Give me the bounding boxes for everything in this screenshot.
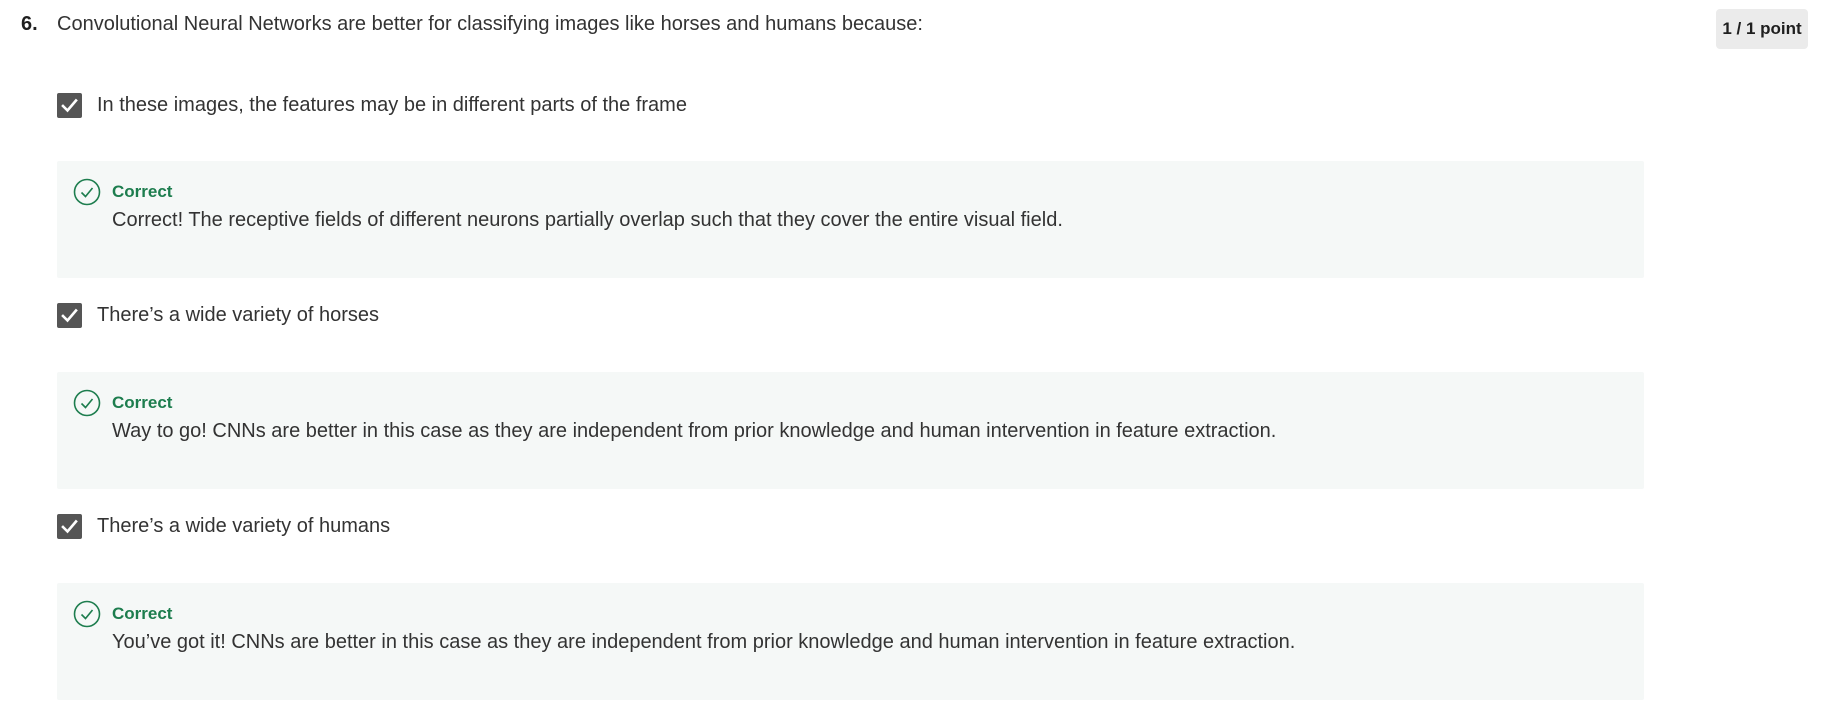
option-label: There’s a wide variety of humans bbox=[97, 515, 391, 537]
feedback-panel: Correct Way to go! CNNs are better in th… bbox=[57, 372, 1644, 489]
check-circle-icon bbox=[73, 178, 101, 206]
checkmark-icon bbox=[61, 308, 78, 323]
score-badge: 1 / 1 point bbox=[1716, 9, 1808, 49]
feedback-message: Correct! The receptive fields of differe… bbox=[112, 209, 1063, 231]
check-circle-icon bbox=[73, 600, 101, 628]
feedback-message: Way to go! CNNs are better in this case … bbox=[112, 420, 1277, 442]
question-text: Convolutional Neural Networks are better… bbox=[57, 13, 923, 35]
feedback-panel: Correct Correct! The receptive fields of… bbox=[57, 161, 1644, 278]
option-checkbox-checked[interactable] bbox=[57, 303, 82, 328]
quiz-question: 6. Convolutional Neural Networks are bet… bbox=[0, 0, 1833, 712]
feedback-panel: Correct You’ve got it! CNNs are better i… bbox=[57, 583, 1644, 700]
question-number: 6. bbox=[21, 13, 38, 35]
checkmark-icon bbox=[61, 98, 78, 113]
option-label: There’s a wide variety of horses bbox=[97, 304, 379, 326]
option-label: In these images, the features may be in … bbox=[97, 94, 687, 116]
option-checkbox-checked[interactable] bbox=[57, 93, 82, 118]
check-circle-icon bbox=[73, 389, 101, 417]
feedback-status: Correct bbox=[112, 604, 173, 623]
feedback-message: You’ve got it! CNNs are better in this c… bbox=[112, 631, 1296, 653]
option-checkbox-checked[interactable] bbox=[57, 514, 82, 539]
checkmark-icon bbox=[61, 519, 78, 534]
feedback-status: Correct bbox=[112, 393, 173, 412]
feedback-status: Correct bbox=[112, 182, 173, 201]
